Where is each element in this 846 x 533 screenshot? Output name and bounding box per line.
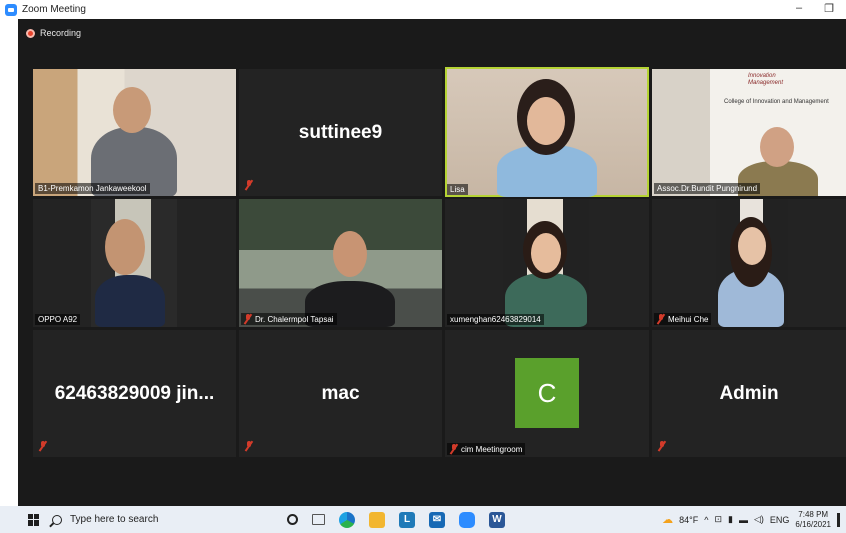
participant-display-name: suttinee9	[298, 121, 383, 143]
window-controls: – ❐	[796, 2, 834, 15]
participant-display-name: 62463829009 jin...	[54, 382, 215, 404]
clock-time: 7:48 PM	[798, 509, 829, 519]
recording-indicator[interactable]: Recording	[26, 28, 81, 38]
participant-name: Lisa	[447, 184, 468, 195]
participant-head	[333, 231, 367, 277]
participant-video	[503, 199, 589, 327]
participant-tile-suttinee9[interactable]: suttinee9	[239, 69, 442, 196]
participant-name: OPPO A92	[35, 314, 81, 325]
task-view-icon[interactable]	[312, 514, 325, 525]
participant-tile-mac[interactable]: mac	[239, 330, 442, 457]
participant-name: Assoc.Dr.Bundit Pungnirund	[654, 183, 761, 194]
participant-tile-xumenghan[interactable]: xumenghan62463829014	[445, 199, 649, 327]
taskbar-apps: L ✉ W	[287, 511, 505, 528]
left-edge	[0, 19, 18, 506]
participant-head	[105, 219, 145, 275]
participant-tile-chalermpol[interactable]: Dr. Chalermpol Tapsai	[239, 199, 442, 327]
taskbar-search[interactable]: Type here to search	[52, 506, 277, 533]
search-placeholder: Type here to search	[70, 514, 159, 525]
participant-display-name: Admin	[719, 382, 779, 404]
participant-tile-cim-meetingroom[interactable]: C cim Meetingroom	[445, 330, 649, 457]
search-icon	[52, 514, 62, 525]
window-title: Zoom Meeting	[22, 4, 86, 15]
minimize-button[interactable]: –	[796, 2, 802, 15]
system-tray: ☁ 84°F ^ ⊡ ▮ ▬ ◁) ENG 7:48 PM 6/16/2021	[662, 506, 840, 533]
participant-head	[527, 97, 565, 145]
participant-name: Dr. Chalermpol Tapsai	[241, 313, 337, 325]
zoom-app-icon	[5, 3, 17, 16]
file-explorer-icon[interactable]	[369, 511, 385, 528]
participant-tile-62463829009[interactable]: 62463829009 jin...	[33, 330, 236, 457]
participant-video	[716, 199, 788, 327]
participant-head	[113, 87, 151, 133]
participant-tile-lisa[interactable]: Lisa	[445, 67, 649, 197]
college-logo: Innovation Management	[748, 73, 784, 86]
clock-date: 6/16/2021	[795, 519, 831, 529]
participant-tile-admin[interactable]: Admin	[652, 330, 846, 457]
participant-name: Meihui Che	[654, 313, 712, 325]
participant-display-name: mac	[321, 382, 360, 404]
window-titlebar: Zoom Meeting – ❐	[0, 0, 846, 19]
weather-icon[interactable]: ☁	[662, 513, 673, 526]
show-desktop-button[interactable]	[837, 512, 840, 527]
muted-mic-icon	[245, 180, 253, 190]
microphone-icon[interactable]: ▮	[728, 514, 733, 525]
restore-button[interactable]: ❐	[824, 2, 834, 15]
participant-figure	[95, 275, 165, 327]
muted-mic-icon	[450, 444, 458, 454]
weather-temp[interactable]: 84°F	[679, 515, 698, 525]
participant-name: cim Meetingroom	[447, 443, 526, 455]
recording-icon	[26, 28, 35, 38]
meeting-gallery: Recording B1-Premkamon Jankaweekool sutt…	[18, 19, 846, 506]
participant-tile-premkamon[interactable]: B1-Premkamon Jankaweekool	[33, 69, 236, 196]
windows-start-icon[interactable]	[28, 513, 40, 526]
zoom-taskbar-icon[interactable]	[459, 511, 475, 528]
muted-mic-icon	[39, 441, 47, 451]
network-icon[interactable]: ⊡	[714, 514, 722, 525]
participant-head	[760, 127, 794, 167]
participant-name: xumenghan62463829014	[447, 314, 544, 325]
muted-mic-icon	[658, 441, 666, 451]
speaker-icon[interactable]: ◁)	[754, 514, 764, 525]
windows-taskbar: Type here to search L ✉ W ☁ 84°F ^ ⊡ ▮ ▬…	[0, 506, 846, 533]
taskbar-clock[interactable]: 7:48 PM 6/16/2021	[795, 510, 831, 530]
language-indicator[interactable]: ENG	[770, 515, 790, 525]
participant-head	[531, 233, 561, 273]
chevron-up-icon[interactable]: ^	[704, 515, 708, 525]
participant-avatar: C	[515, 358, 579, 428]
participant-name: B1-Premkamon Jankaweekool	[35, 183, 150, 194]
college-sign: College of Innovation and Management	[724, 99, 829, 105]
participant-tile-meihui-che[interactable]: Meihui Che	[652, 199, 846, 327]
participant-head	[738, 227, 766, 265]
participant-tile-oppo-a92[interactable]: OPPO A92	[33, 199, 236, 327]
muted-mic-icon	[245, 441, 253, 451]
participant-video	[91, 199, 177, 327]
muted-mic-icon	[657, 314, 665, 324]
mail-icon[interactable]: ✉	[429, 511, 445, 528]
word-icon[interactable]: W	[489, 511, 505, 528]
battery-icon[interactable]: ▬	[739, 515, 748, 525]
edge-browser-icon[interactable]	[339, 511, 355, 528]
participant-tile-bundit[interactable]: Innovation Management College of Innovat…	[652, 69, 846, 196]
recording-label: Recording	[40, 28, 82, 38]
cortana-icon[interactable]	[287, 514, 298, 525]
app-l-icon[interactable]: L	[399, 511, 415, 528]
muted-mic-icon	[244, 314, 252, 324]
